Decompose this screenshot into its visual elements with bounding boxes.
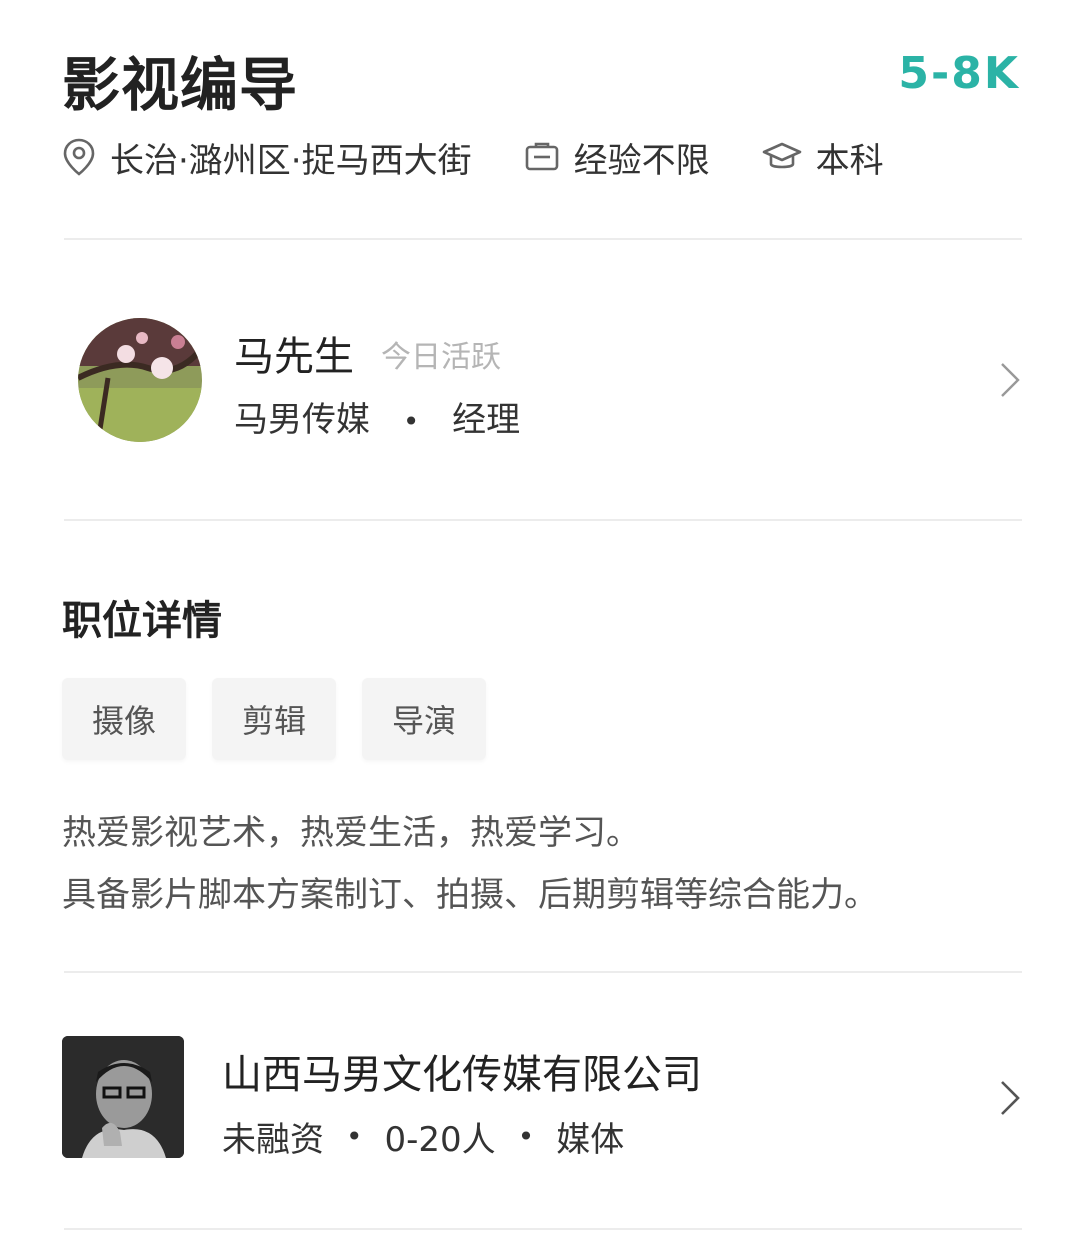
job-title: 影视编导 (62, 51, 299, 119)
chevron-right-icon[interactable] (998, 360, 1022, 400)
divider (64, 971, 1022, 973)
education-info: 本科 (762, 133, 884, 182)
experience-info: 经验不限 (524, 133, 710, 182)
tag-item: 剪辑 (212, 678, 337, 760)
boss-company-position: 马男传媒 • 经理 (234, 392, 520, 441)
job-meta-row: 长治·潞州区·捉马西大街 经验不限 本科 (62, 132, 884, 182)
description-line: 热爱影视艺术，热爱生活，热爱学习。 (62, 813, 640, 853)
boss-name: 马先生 (234, 334, 354, 380)
company-logo-image (62, 1036, 184, 1158)
graduation-cap-icon (762, 142, 801, 169)
location-pin-icon (63, 138, 95, 176)
separator-dot: • (402, 405, 420, 438)
company-meta: 未融资 • 0-20人 • 媒体 (222, 1112, 624, 1161)
boss-card[interactable]: 马先生 今日活跃 马男传媒 • 经理 (78, 318, 1028, 442)
divider (64, 1228, 1022, 1230)
boss-company: 马男传媒 (234, 400, 370, 440)
company-name: 山西马男文化传媒有限公司 (222, 1052, 702, 1098)
experience-text: 经验不限 (573, 140, 710, 181)
boss-avatar-image (78, 318, 202, 442)
skill-tags: 摄像 剪辑 导演 (62, 678, 512, 760)
separator-dot: • (346, 1120, 363, 1153)
boss-position: 经理 (452, 400, 521, 440)
tag-item: 导演 (362, 678, 487, 760)
separator-dot: • (517, 1120, 535, 1153)
company-industry: 媒体 (556, 1120, 625, 1160)
section-title-job-details: 职位详情 (62, 598, 222, 644)
company-card[interactable]: 山西马男文化传媒有限公司 未融资 • 0-20人 • 媒体 (62, 1036, 1022, 1161)
company-size: 0-20人 (384, 1120, 496, 1160)
company-logo[interactable] (62, 1036, 184, 1158)
boss-avatar[interactable] (78, 318, 202, 442)
company-funding: 未融资 (222, 1120, 324, 1160)
divider (64, 238, 1022, 240)
chevron-right-icon[interactable] (998, 1078, 1022, 1118)
education-text: 本科 (815, 140, 884, 181)
tag-item: 摄像 (62, 678, 187, 760)
divider (64, 519, 1022, 521)
boss-active-status: 今日活跃 (381, 340, 501, 375)
description-line: 具备影片脚本方案制订、拍摄、后期剪辑等综合能力。 (62, 875, 878, 915)
salary: 5-8K (898, 48, 1020, 99)
location-text: 长治·潞州区·捉马西大街 (110, 140, 472, 181)
briefcase-icon (525, 142, 558, 171)
job-description: 热爱影视艺术，热爱生活，热爱学习。 具备影片脚本方案制订、拍摄、后期剪辑等综合能… (62, 802, 878, 926)
location-info[interactable]: 长治·潞州区·捉马西大街 (62, 133, 472, 182)
